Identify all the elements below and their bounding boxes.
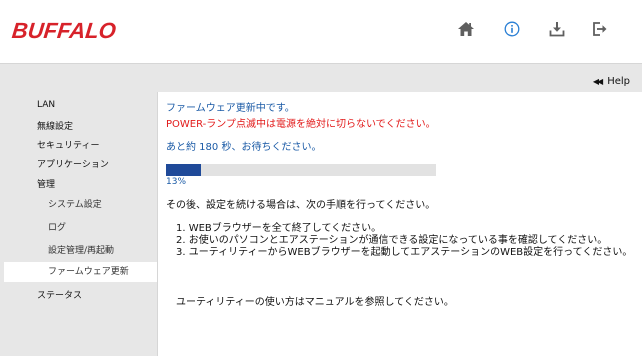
sidebar-item-system-settings[interactable]: システム設定 — [48, 197, 102, 210]
step-item: 1. WEBブラウザーを全て終了してください。 — [176, 223, 382, 234]
power-warning: POWER-ランプ点滅中は電源を絶対に切らないでください。 — [166, 119, 436, 130]
progress-fill — [166, 164, 202, 176]
step-item: 2. お使いのパソコンとエアステーションが通信できる設定になっている事を確認して… — [176, 235, 608, 246]
sidebar-item-config-restart[interactable]: 設定管理/再起動 — [48, 243, 114, 256]
updating-message: ファームウェア更新中です。 — [166, 103, 295, 114]
help-link[interactable]: ◀◀ Help — [593, 76, 630, 87]
progress-percent: 13% — [166, 177, 187, 187]
sidebar-item-wireless[interactable]: 無線設定 — [37, 119, 73, 132]
info-icon[interactable] — [501, 18, 523, 40]
header: BUFFALO — [0, 0, 642, 64]
help-label: Help — [607, 76, 630, 87]
collapse-arrow-icon: ◀◀ — [592, 77, 603, 86]
home-icon[interactable] — [455, 18, 477, 40]
manual-note: ユーティリティーの使い方はマニュアルを参照してください。 — [176, 297, 454, 308]
next-steps-intro: その後、設定を続ける場合は、次の手順を行ってください。 — [166, 200, 436, 211]
download-icon[interactable] — [546, 18, 568, 40]
sidebar-item-firmware-update[interactable]: ファームウェア更新 — [4, 262, 157, 282]
content-panel: ファームウェア更新中です。 POWER-ランプ点滅中は電源を絶対に切らないでくだ… — [157, 92, 642, 356]
steps-list: 1. WEBブラウザーを全て終了してください。 2. お使いのパソコンとエアステ… — [176, 223, 636, 259]
step-item: 3. ユーティリティーからWEBブラウザーを起動してエアステーションのWEB設定… — [176, 247, 633, 258]
sidebar-item-log[interactable]: ログ — [48, 220, 66, 233]
sidebar-item-security[interactable]: セキュリティー — [37, 138, 99, 151]
sidebar-item-applications[interactable]: アプリケーション — [37, 157, 109, 170]
progress-bar — [166, 164, 436, 176]
sidebar-item-admin[interactable]: 管理 — [37, 177, 55, 190]
logout-icon[interactable] — [589, 18, 611, 40]
sidebar-item-lan[interactable]: LAN — [37, 100, 55, 110]
wait-message: あと約 180 秒、お待ちください。 — [166, 142, 322, 153]
sidebar-item-status[interactable]: ステータス — [37, 288, 82, 301]
buffalo-logo[interactable]: BUFFALO — [11, 18, 118, 44]
